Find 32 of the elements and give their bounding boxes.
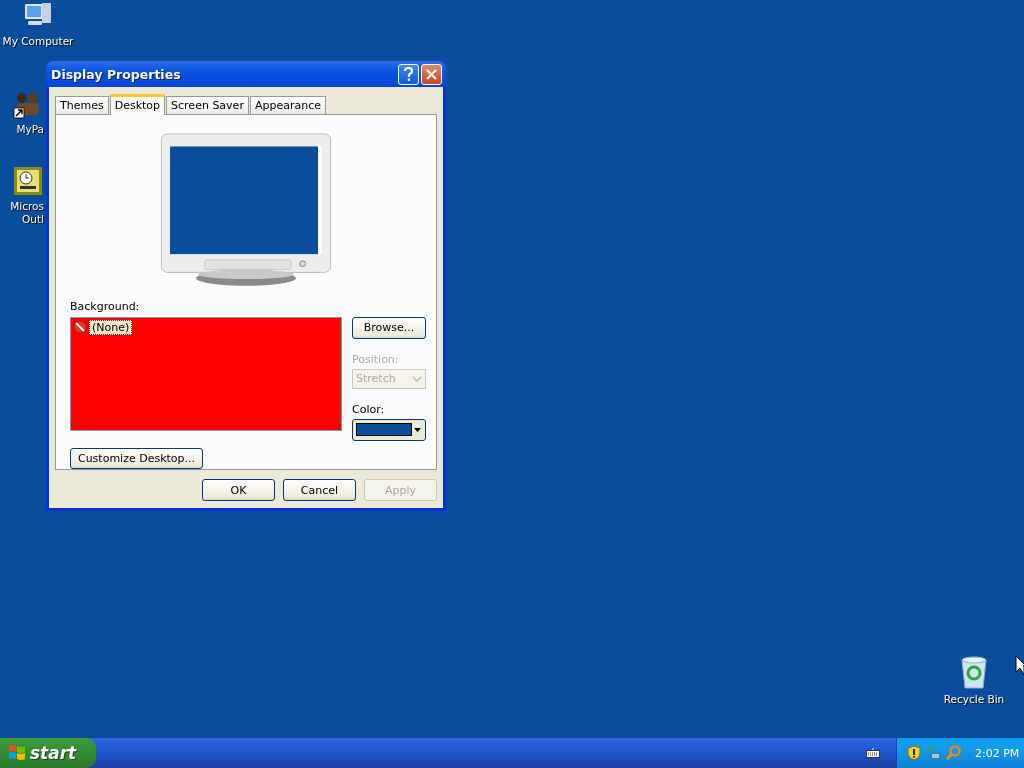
clock: 2:02 PM — [975, 746, 1020, 760]
clock-icon[interactable] — [12, 165, 44, 197]
browse-button[interactable]: Browse... — [352, 316, 426, 339]
desktop-icon-label: MyPa — [16, 123, 44, 136]
tab[interactable]: Themes — [55, 96, 109, 114]
desktop-icon-label: Micros Outl — [10, 200, 44, 226]
start-button[interactable]: start — [0, 738, 96, 768]
color-picker-button[interactable] — [352, 418, 426, 441]
tab[interactable]: Appearance — [249, 96, 326, 114]
window-title: Display Properties — [51, 66, 182, 82]
close-icon — [426, 68, 437, 80]
position-label: Position: — [352, 352, 400, 366]
close-button[interactable] — [421, 63, 442, 85]
dialog-button[interactable]: OK — [202, 479, 275, 501]
recycle-bin-icon[interactable] — [958, 656, 990, 690]
help-button[interactable] — [398, 63, 419, 85]
background-label: Background: — [70, 299, 141, 313]
no-entry-icon — [73, 320, 87, 335]
desktop-icon-label: My Computer — [2, 35, 74, 48]
help-icon — [403, 66, 414, 82]
customize-desktop-button[interactable]: Customize Desktop... — [70, 447, 203, 469]
keyboard-icon[interactable] — [866, 748, 880, 758]
background-list[interactable]: (None) — [70, 316, 342, 431]
dialog-button[interactable]: Cancel — [283, 479, 356, 501]
tab[interactable]: Screen Saver — [166, 96, 249, 114]
tab[interactable]: Desktop — [109, 94, 166, 115]
mouse-cursor-icon — [1015, 655, 1024, 675]
windows-flag-icon — [8, 744, 26, 762]
desktop-icon-label: Recycle Bin — [943, 693, 1005, 706]
color-label: Color: — [352, 402, 386, 416]
shield-icon[interactable] — [907, 745, 921, 761]
dropdown-arrow-icon — [414, 427, 421, 432]
